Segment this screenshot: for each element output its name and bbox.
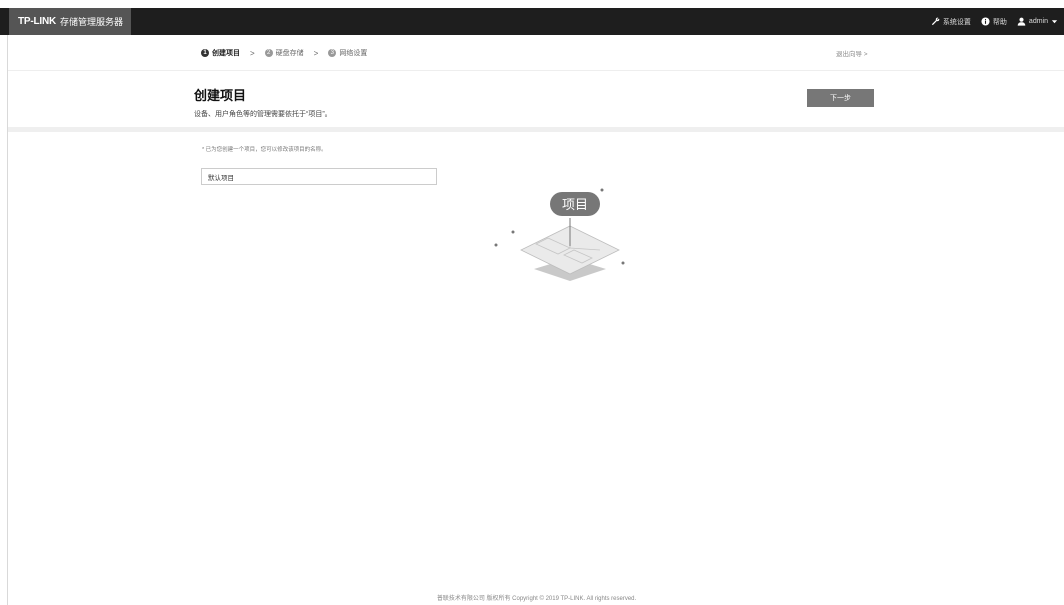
page-subtitle: 设备、用户角色等的管理需要依托于“项目”。 — [194, 111, 332, 118]
product-name: 存储管理服务器 — [60, 17, 124, 27]
tp-link-logo: TP-LINK — [18, 16, 57, 27]
project-name-input[interactable] — [201, 168, 437, 185]
brand: TP-LINK 存储管理服务器 — [9, 8, 131, 35]
help-label: 帮助 — [992, 18, 1007, 26]
step-disk-storage: 2 硬盘存储 — [264, 48, 304, 58]
step-number: 2 — [264, 49, 273, 57]
wrench-icon — [931, 17, 940, 26]
step-label: 硬盘存储 — [275, 50, 304, 57]
info-icon — [981, 17, 990, 26]
decor-dot — [621, 261, 625, 265]
top-bar: TP-LINK 存储管理服务器 系统设置 帮助 admin — [0, 8, 1064, 35]
caret-down-icon — [1051, 20, 1058, 24]
decor-dot — [494, 243, 498, 247]
step-number: 3 — [328, 49, 337, 57]
form-hint: * 已为您创建一个项目，您可以修改该项目的名称。 — [202, 147, 327, 153]
page-title: 创建项目 — [194, 88, 247, 103]
decor-dot — [511, 230, 515, 234]
system-settings-label: 系统设置 — [942, 18, 971, 26]
project-illustration: 项目 — [494, 188, 625, 281]
project-badge-label: 项目 — [562, 198, 588, 213]
exit-wizard-link[interactable]: 退出向导 > — [836, 48, 868, 58]
user-icon — [1017, 17, 1026, 26]
wizard-steps: 1 创建项目 > 2 硬盘存储 > 3 网络设置 — [201, 48, 367, 58]
top-strip — [0, 0, 1064, 8]
decor-dot — [600, 188, 604, 192]
top-right-menu: 系统设置 帮助 admin — [921, 8, 1058, 35]
step-network-settings: 3 网络设置 — [328, 48, 367, 58]
user-menu[interactable]: admin — [1017, 17, 1058, 26]
wizard-steps-bar: 1 创建项目 > 2 硬盘存储 > 3 网络设置 退出向导 > — [8, 35, 1064, 71]
next-step-button[interactable]: 下一步 — [807, 89, 874, 107]
step-label: 网络设置 — [339, 50, 368, 57]
system-settings-link[interactable]: 系统设置 — [931, 17, 971, 27]
step-number: 1 — [201, 49, 209, 57]
page-header: 创建项目 设备、用户角色等的管理需要依托于“项目”。 下一步 — [8, 71, 1064, 132]
step-label: 创建项目 — [212, 50, 240, 57]
step-create-project: 1 创建项目 — [201, 48, 240, 58]
user-name: admin — [1028, 18, 1048, 25]
help-link[interactable]: 帮助 — [981, 17, 1007, 27]
step-separator: > — [250, 48, 255, 58]
footer-copyright: 普联技术有限公司 版权所有 Copyright © 2019 TP-LINK. … — [436, 596, 637, 602]
wizard-page: 1 创建项目 > 2 硬盘存储 > 3 网络设置 退出向导 > 创建项目 设备、… — [7, 35, 1064, 605]
step-separator: > — [313, 48, 319, 58]
